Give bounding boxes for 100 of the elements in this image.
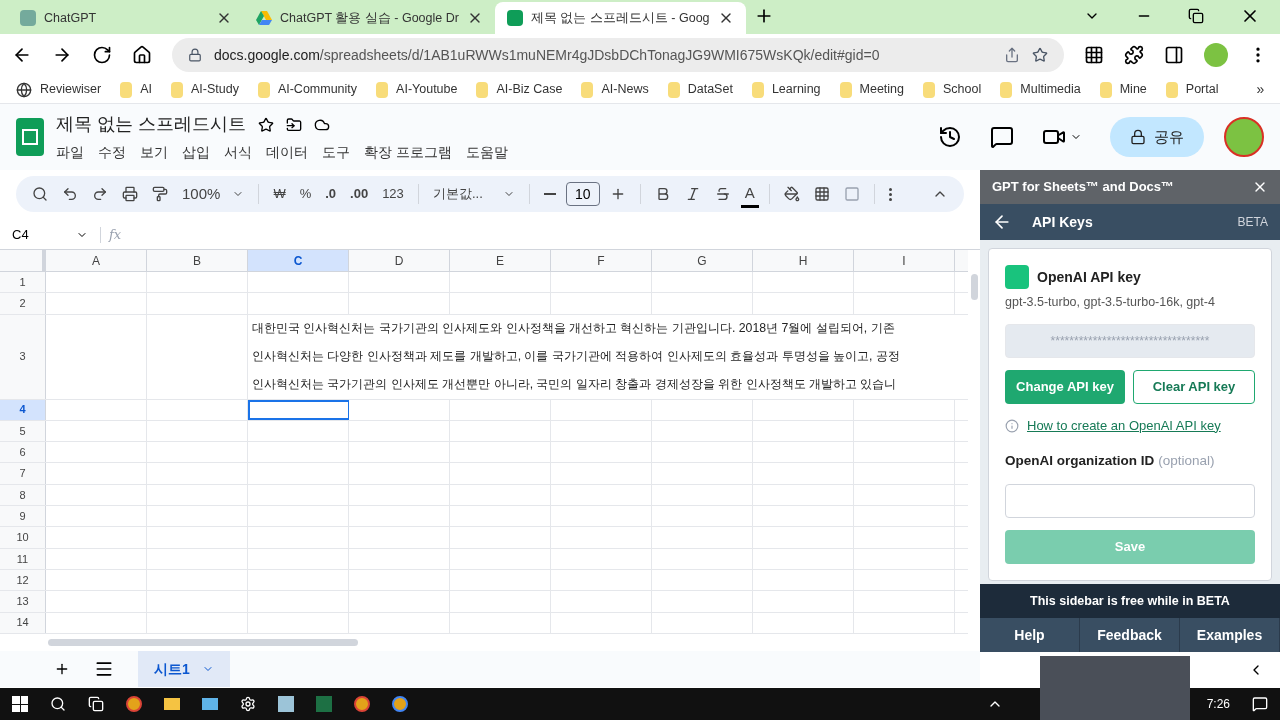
notification-icon[interactable] xyxy=(1252,696,1268,712)
browser-tab[interactable]: ChatGPT xyxy=(8,2,244,34)
reload-icon[interactable] xyxy=(92,45,112,65)
menu-item[interactable]: 보기 xyxy=(140,142,168,163)
clock[interactable]: 7:26 xyxy=(1206,695,1230,713)
bookmark[interactable]: AI-News xyxy=(581,80,649,99)
comment-icon[interactable] xyxy=(990,125,1014,149)
task-view-icon[interactable] xyxy=(88,696,104,712)
bookmark[interactable]: AI-Biz Case xyxy=(476,80,563,99)
browser-icon[interactable] xyxy=(392,696,408,712)
column-header[interactable]: I xyxy=(854,250,955,271)
all-sheets-icon[interactable] xyxy=(94,659,114,679)
column-header[interactable]: F xyxy=(551,250,652,271)
share-icon[interactable] xyxy=(1004,47,1020,63)
menu-item[interactable]: 서식 xyxy=(224,142,252,163)
vertical-scrollbar[interactable] xyxy=(970,274,978,300)
browser-icon[interactable] xyxy=(126,696,142,712)
home-icon[interactable] xyxy=(132,45,152,65)
decrease-decimal-button[interactable]: .0 xyxy=(321,180,341,208)
history-icon[interactable] xyxy=(938,125,962,149)
menu-item[interactable]: 도구 xyxy=(322,142,350,163)
number-format-button[interactable]: 123 xyxy=(378,180,408,208)
settings-icon[interactable] xyxy=(240,696,256,712)
extension-grid-icon[interactable] xyxy=(1084,45,1104,65)
clear-key-button[interactable]: Clear API key xyxy=(1133,369,1255,404)
star-icon[interactable] xyxy=(1032,47,1048,63)
organization-id-field[interactable] xyxy=(1005,483,1255,518)
font-size-field[interactable]: 10 xyxy=(565,182,600,206)
increase-decimal-button[interactable]: .00 xyxy=(346,180,373,208)
column-header[interactable]: G xyxy=(652,250,753,271)
user-avatar[interactable] xyxy=(1224,117,1264,157)
windows-logo-icon[interactable] xyxy=(12,696,28,712)
bookmark[interactable]: Meeting xyxy=(839,80,905,99)
bookmark[interactable]: Learning xyxy=(751,80,821,99)
bookmark[interactable]: AI xyxy=(120,80,152,99)
menu-item[interactable]: 확장 프로그램 xyxy=(364,142,452,163)
currency-button[interactable]: ₩ xyxy=(269,180,290,208)
bookmark[interactable]: AI-Study xyxy=(170,80,239,99)
card-title: OpenAI API key xyxy=(1037,267,1141,287)
column-header[interactable]: A xyxy=(46,250,147,271)
tab-title: 제목 없는 스프레드시트 - Goog xyxy=(530,9,710,27)
side-panel-icon[interactable] xyxy=(1164,45,1184,65)
row-header[interactable]: 2 xyxy=(0,293,46,314)
row-header[interactable]: 8 xyxy=(0,484,46,506)
column-header[interactable]: C xyxy=(248,250,349,271)
row-header[interactable]: 12 xyxy=(0,569,46,591)
column-header[interactable]: H xyxy=(753,250,854,271)
bookmark[interactable]: Reviewiser xyxy=(16,80,102,99)
browser-icon[interactable] xyxy=(354,696,370,712)
browser-tab[interactable]: ChatGPT 활용 실습 - Google Dr xyxy=(244,2,495,34)
move-folder-icon[interactable] xyxy=(286,116,302,133)
document-title[interactable]: 제목 없는 스프레드시트 xyxy=(56,111,246,138)
folder-icon xyxy=(170,81,183,98)
name-box[interactable]: C4 xyxy=(0,224,100,245)
add-sheet-icon[interactable] xyxy=(54,661,70,677)
sheets-logo-icon[interactable] xyxy=(16,118,44,156)
sheet-tab[interactable]: 시트1 xyxy=(138,651,230,687)
bookmark[interactable]: Multimedia xyxy=(1000,80,1081,99)
font-dropdown[interactable]: 기본값... xyxy=(428,180,519,208)
row-header[interactable]: 7 xyxy=(0,463,46,484)
borders-icon xyxy=(813,186,830,202)
column-header[interactable]: E xyxy=(450,250,551,271)
folder-icon xyxy=(1099,81,1112,98)
star-icon[interactable] xyxy=(258,116,274,133)
text-color-button[interactable]: A xyxy=(740,180,759,208)
restore-icon[interactable] xyxy=(1188,8,1204,24)
active-cell[interactable] xyxy=(248,399,349,420)
bookmark[interactable]: AI-Community xyxy=(257,80,358,99)
row-header[interactable]: 5 xyxy=(0,420,46,442)
menu-item[interactable]: 데이터 xyxy=(266,142,308,163)
address-bar[interactable]: docs.google.com/spreadsheets/d/1AB1uRWWs1muNEMr4gJDsbDChTonagJG9WMI675WsKQk/edit#gid=0 xyxy=(172,38,1064,72)
row-header[interactable]: 13 xyxy=(0,591,46,612)
bookmark[interactable]: DataSet xyxy=(667,80,733,99)
search-icon[interactable] xyxy=(50,696,66,712)
menu-item[interactable]: 파일 xyxy=(56,142,84,163)
percent-button[interactable]: % xyxy=(295,180,316,208)
bookmark[interactable]: AI-Youtube xyxy=(376,80,458,99)
column-header[interactable]: D xyxy=(349,250,450,271)
row-header[interactable]: 14 xyxy=(0,612,46,633)
bookmark[interactable]: Portal xyxy=(1165,80,1219,99)
row-header[interactable]: 10 xyxy=(0,527,46,548)
bookmark[interactable]: School xyxy=(923,80,982,99)
browser-tab[interactable]: 제목 없는 스프레드시트 - Goog xyxy=(494,2,746,34)
help-link[interactable]: How to create an OpenAI API key xyxy=(1027,415,1221,436)
triangle-logo-icon xyxy=(256,10,272,26)
menu-item[interactable]: 도움말 xyxy=(465,142,508,163)
row-header[interactable]: 6 xyxy=(0,442,46,463)
menu-item[interactable]: 수정 xyxy=(98,142,126,163)
row-header[interactable]: 4 xyxy=(0,399,46,420)
zoom-dropdown[interactable]: 100% xyxy=(178,180,249,208)
row-header[interactable]: 3 xyxy=(0,314,46,399)
row-header[interactable]: 9 xyxy=(0,506,46,527)
puzzle-icon[interactable] xyxy=(1124,45,1144,65)
row-header[interactable]: 11 xyxy=(0,548,46,569)
bookmark[interactable]: Mine xyxy=(1099,80,1147,99)
more-bookmarks[interactable]: » xyxy=(1256,79,1265,100)
share-button[interactable]: 공유 xyxy=(1110,117,1204,157)
row-header[interactable]: 1 xyxy=(0,272,46,293)
menu-item[interactable]: 삽입 xyxy=(182,142,210,163)
horizontal-scrollbar[interactable] xyxy=(48,638,358,646)
